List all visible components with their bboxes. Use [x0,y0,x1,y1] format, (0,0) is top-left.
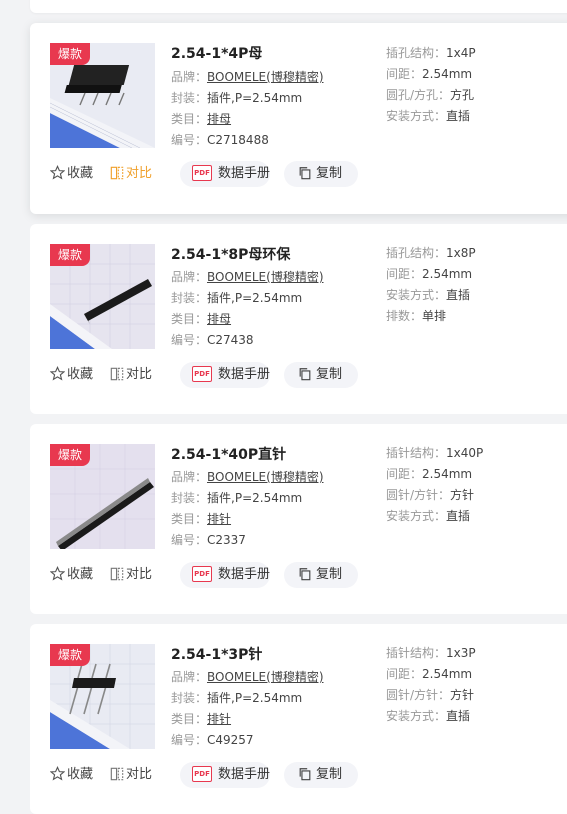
compare-button[interactable]: 对比 [110,762,152,788]
compare-icon [110,567,124,580]
compare-icon [110,166,124,179]
brand-link[interactable]: BOOMELE(博穆精密) [207,470,323,484]
category-row: 类目：排针 [171,712,232,726]
copy-icon [299,367,311,380]
compare-button[interactable]: 对比 [110,161,152,187]
spec-row: 插针结构：1x40P [386,446,484,460]
package-row: 封装：插件,P=2.54mm [171,291,303,305]
product-title[interactable]: 2.54-1*3P针 [171,644,262,664]
brand-link[interactable]: BOOMELE(博穆精密) [207,670,323,684]
category-row: 类目：排针 [171,512,232,526]
copy-icon [299,166,311,179]
spec-row: 圆针/方针：方针 [386,488,475,502]
compare-icon [110,367,124,380]
product-card[interactable]: 爆款 2.54-1*40P直针 品牌：BOOMELE(博穆精密) 封装：插件,P… [30,424,567,614]
brand-link[interactable]: BOOMELE(博穆精密) [207,70,323,84]
star-icon [49,366,66,381]
category-link[interactable]: 排针 [207,512,231,526]
star-icon [49,566,66,581]
code-row: 编号：C27438 [171,333,254,347]
datasheet-button[interactable]: PDF 数据手册 [180,161,270,187]
category-link[interactable]: 排母 [207,312,231,326]
spec-row: 间距：2.54mm [386,67,473,81]
favorite-button[interactable]: 收藏 [49,362,93,388]
datasheet-button[interactable]: PDF 数据手册 [180,762,270,788]
copy-button[interactable]: 复制 [284,562,358,588]
spec-row: 间距：2.54mm [386,267,473,281]
hot-badge: 爆款 [50,644,90,666]
spec-row: 间距：2.54mm [386,467,473,481]
hot-badge: 爆款 [50,244,90,266]
copy-button[interactable]: 复制 [284,161,358,187]
favorite-button[interactable]: 收藏 [49,762,93,788]
hot-badge: 爆款 [50,43,90,65]
brand-row: 品牌：BOOMELE(博穆精密) [171,70,324,84]
product-title[interactable]: 2.54-1*40P直针 [171,444,286,464]
product-thumbnail[interactable]: 爆款 [50,644,155,749]
spec-row: 排数：单排 [386,309,447,323]
compare-button[interactable]: 对比 [110,562,152,588]
favorite-button[interactable]: 收藏 [49,562,93,588]
copy-icon [299,767,311,780]
brand-row: 品牌：BOOMELE(博穆精密) [171,670,324,684]
brand-link[interactable]: BOOMELE(博穆精密) [207,270,323,284]
product-title[interactable]: 2.54-1*4P母 [171,43,262,63]
copy-button[interactable]: 复制 [284,762,358,788]
previous-product-card [30,0,567,13]
product-title[interactable]: 2.54-1*8P母环保 [171,244,290,264]
pdf-icon: PDF [192,365,212,382]
spec-row: 圆针/方针：方针 [386,688,475,702]
datasheet-button[interactable]: PDF 数据手册 [180,362,270,388]
code-row: 编号：C2337 [171,533,246,547]
compare-icon [110,767,124,780]
pdf-icon: PDF [192,765,212,782]
compare-button[interactable]: 对比 [110,362,152,388]
spec-row: 安装方式：直插 [386,109,471,123]
copy-icon [299,567,311,580]
product-thumbnail[interactable]: 爆款 [50,244,155,349]
product-thumbnail[interactable]: 爆款 [50,444,155,549]
brand-row: 品牌：BOOMELE(博穆精密) [171,270,324,284]
spec-row: 安装方式：直插 [386,288,471,302]
code-row: 编号：C49257 [171,733,254,747]
pdf-icon: PDF [192,164,212,181]
spec-row: 插孔结构：1x4P [386,46,476,60]
code-row: 编号：C2718488 [171,133,269,147]
spec-row: 安装方式：直插 [386,709,471,723]
product-card[interactable]: 爆款 2.54-1*8P母环保 品牌：BOOMELE(博穆精密) 封装：插件,P… [30,224,567,414]
product-thumbnail[interactable]: 爆款 [50,43,155,148]
spec-row: 圆孔/方孔：方孔 [386,88,475,102]
package-row: 封装：插件,P=2.54mm [171,491,303,505]
category-link[interactable]: 排针 [207,712,231,726]
brand-row: 品牌：BOOMELE(博穆精密) [171,470,324,484]
pdf-icon: PDF [192,565,212,582]
favorite-button[interactable]: 收藏 [49,161,93,187]
datasheet-button[interactable]: PDF 数据手册 [180,562,270,588]
hot-badge: 爆款 [50,444,90,466]
spec-row: 插针结构：1x3P [386,646,476,660]
spec-row: 安装方式：直插 [386,509,471,523]
package-row: 封装：插件,P=2.54mm [171,91,303,105]
spec-row: 间距：2.54mm [386,667,473,681]
package-row: 封装：插件,P=2.54mm [171,691,303,705]
spec-row: 插孔结构：1x8P [386,246,476,260]
product-card[interactable]: 爆款 2.54-1*4P母 品牌：BOOMELE(博穆精密) 封装：插件,P=2… [30,23,567,214]
star-icon [49,766,66,781]
category-row: 类目：排母 [171,312,232,326]
product-card[interactable]: 爆款 2.54-1*3P针 品牌：BOOMELE(博穆精密) 封装：插件,P=2… [30,624,567,814]
copy-button[interactable]: 复制 [284,362,358,388]
star-icon [49,165,66,180]
category-row: 类目：排母 [171,112,232,126]
category-link[interactable]: 排母 [207,112,231,126]
